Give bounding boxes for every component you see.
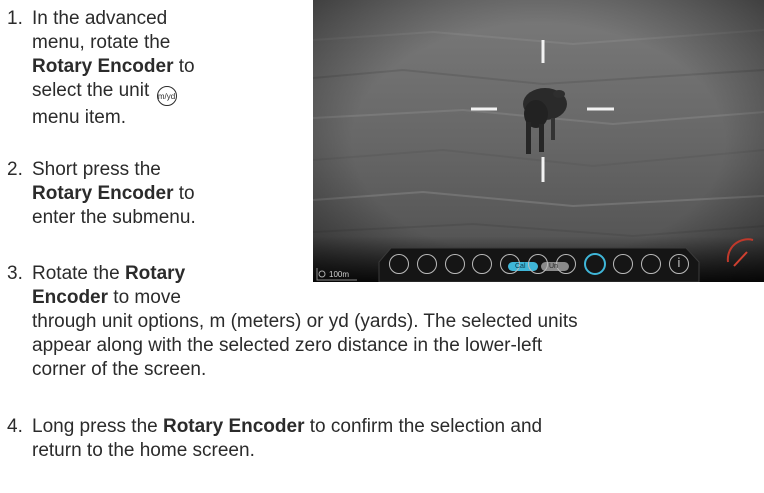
step-line: Short press the	[32, 159, 161, 180]
menu-icon-bar: i	[389, 252, 689, 276]
step-text: In the advanced menu, rotate the Rotary …	[32, 7, 195, 130]
step-line: select the unit m/yd	[32, 79, 195, 106]
step-line-text: to	[173, 56, 195, 77]
step-line: corner of the screen.	[32, 359, 207, 380]
status-pill-label: Cal	[515, 263, 526, 270]
encoder-term: Encoder	[32, 287, 109, 308]
step-line: menu item.	[32, 107, 126, 128]
display-icon[interactable]	[444, 254, 465, 274]
step-line: Long press the Rotary Encoder to confirm…	[32, 415, 752, 439]
step-line: Rotary Encoder to	[32, 182, 196, 206]
step-number: 3.	[7, 263, 23, 284]
status-pill-label: Un	[549, 263, 558, 270]
step-line-text: to confirm the selection and	[304, 416, 543, 437]
thermal-scene	[313, 0, 764, 282]
step-line: In the advanced	[32, 8, 168, 29]
step-line-text: select the unit	[32, 80, 150, 101]
step-line-text: to	[173, 183, 195, 204]
thermal-scope-screen: i 100m Cal Un	[313, 0, 764, 282]
step-text: Short press the Rotary Encoder to enter …	[32, 158, 196, 230]
step-line: menu, rotate the	[32, 32, 171, 53]
rotary-encoder-term: Rotary Encoder	[32, 56, 174, 77]
step-line-text: Rotate the	[32, 263, 125, 284]
record-icon[interactable]	[527, 254, 548, 274]
info-icon[interactable]: i	[668, 254, 689, 274]
step-number: 4.	[7, 416, 23, 437]
rotary-term: Rotary	[124, 263, 186, 284]
rotary-encoder-term: Rotary Encoder	[162, 416, 305, 437]
step-line: Rotary Encoder to	[32, 55, 195, 79]
step-number: 2.	[7, 159, 23, 180]
power-icon[interactable]	[641, 254, 662, 274]
battery-icon[interactable]	[389, 254, 409, 274]
units-icon[interactable]	[583, 253, 606, 275]
palette-icon[interactable]	[472, 254, 493, 274]
rotary-encoder-term: Rotary Encoder	[32, 183, 174, 204]
focus-icon[interactable]	[416, 254, 437, 274]
step-line-text: to move	[108, 287, 181, 308]
step-line: Encoder to move	[32, 286, 752, 310]
step-line: enter the submenu.	[32, 207, 196, 228]
step-line-text: Long press the	[32, 416, 163, 437]
step-line: return to the home screen.	[32, 440, 255, 461]
unit-menu-icon: m/yd	[156, 86, 177, 106]
distance-readout: 100m	[329, 270, 350, 279]
step-text: Long press the Rotary Encoder to confirm…	[32, 415, 752, 463]
zero-icon[interactable]	[613, 254, 634, 274]
settings-icon[interactable]	[555, 254, 576, 274]
step-line: through unit options, m (meters) or yd (…	[32, 311, 578, 332]
step-line: appear along with the selected zero dist…	[32, 335, 543, 356]
step-number: 1.	[7, 8, 23, 29]
